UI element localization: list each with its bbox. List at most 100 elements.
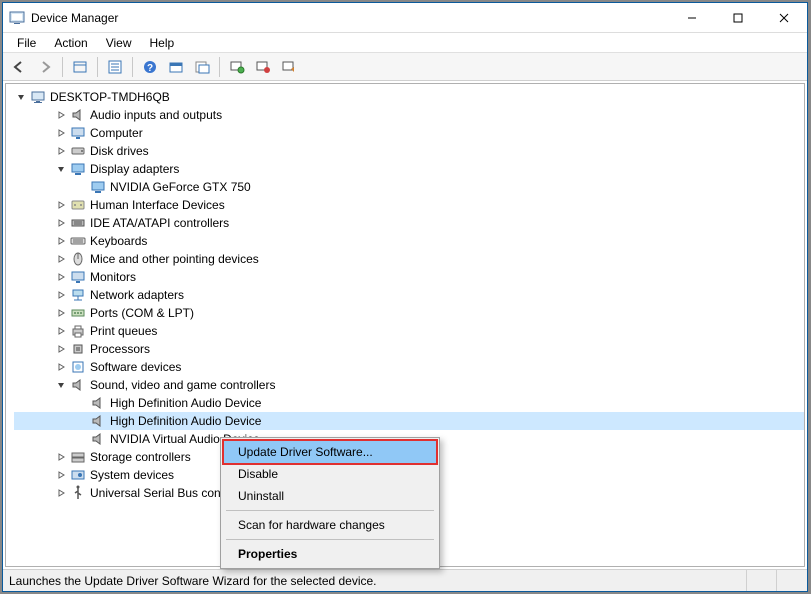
- tree-item[interactable]: IDE ATA/ATAPI controllers: [14, 214, 804, 232]
- expander-icon[interactable]: [54, 342, 68, 356]
- expander-icon[interactable]: [54, 378, 68, 392]
- tree-item-label: High Definition Audio Device: [110, 396, 261, 410]
- cpu-icon: [70, 341, 86, 357]
- tree-item[interactable]: Computer: [14, 124, 804, 142]
- toolbar: ?: [3, 53, 807, 81]
- context-item[interactable]: Disable: [224, 463, 436, 485]
- tree-item-label: DESKTOP-TMDH6QB: [50, 90, 170, 104]
- maximize-button[interactable]: [715, 3, 761, 33]
- tree-item[interactable]: Keyboards: [14, 232, 804, 250]
- expander-icon[interactable]: [54, 126, 68, 140]
- expander-icon[interactable]: [54, 360, 68, 374]
- tree-item[interactable]: Disk drives: [14, 142, 804, 160]
- tree-item[interactable]: High Definition Audio Device: [14, 394, 804, 412]
- speaker-icon: [70, 377, 86, 393]
- menu-action[interactable]: Action: [46, 35, 95, 51]
- storage-icon: [70, 449, 86, 465]
- computer-icon: [30, 89, 46, 105]
- tree-item-label: Monitors: [90, 270, 136, 284]
- tree-item[interactable]: Ports (COM & LPT): [14, 304, 804, 322]
- expander-icon[interactable]: [74, 414, 88, 428]
- expander-icon[interactable]: [54, 450, 68, 464]
- expander-icon[interactable]: [54, 144, 68, 158]
- toolbar-separator: [219, 57, 220, 77]
- context-item[interactable]: Properties: [224, 543, 436, 565]
- expander-icon[interactable]: [54, 306, 68, 320]
- help-button[interactable]: ?: [138, 56, 162, 78]
- menubar: File Action View Help: [3, 33, 807, 53]
- tree-item-label: Software devices: [90, 360, 181, 374]
- tree-item-label: Disk drives: [90, 144, 149, 158]
- speaker-icon: [90, 413, 106, 429]
- context-item[interactable]: Uninstall: [224, 485, 436, 507]
- expander-icon[interactable]: [54, 270, 68, 284]
- expander-icon[interactable]: [54, 234, 68, 248]
- network-icon: [70, 287, 86, 303]
- expander-icon[interactable]: [74, 396, 88, 410]
- ide-icon: [70, 215, 86, 231]
- forward-button[interactable]: [33, 56, 57, 78]
- context-item[interactable]: Scan for hardware changes: [224, 514, 436, 536]
- menu-view[interactable]: View: [98, 35, 140, 51]
- system-icon: [70, 467, 86, 483]
- add-legacy-button[interactable]: [277, 56, 301, 78]
- usb-icon: [70, 485, 86, 501]
- tree-item[interactable]: Network adapters: [14, 286, 804, 304]
- software-icon: [70, 359, 86, 375]
- minimize-button[interactable]: [669, 3, 715, 33]
- tree-item[interactable]: NVIDIA GeForce GTX 750: [14, 178, 804, 196]
- expander-icon[interactable]: [14, 90, 28, 104]
- expander-icon[interactable]: [54, 252, 68, 266]
- expander-icon[interactable]: [54, 288, 68, 302]
- show-hidden-button[interactable]: [68, 56, 92, 78]
- back-button[interactable]: [7, 56, 31, 78]
- uninstall-button[interactable]: [190, 56, 214, 78]
- menu-help[interactable]: Help: [142, 35, 183, 51]
- tree-item[interactable]: Audio inputs and outputs: [14, 106, 804, 124]
- expander-icon[interactable]: [54, 108, 68, 122]
- expander-icon[interactable]: [74, 180, 88, 194]
- expander-icon[interactable]: [54, 216, 68, 230]
- display-icon: [90, 179, 106, 195]
- tree-item[interactable]: Processors: [14, 340, 804, 358]
- expander-icon[interactable]: [74, 432, 88, 446]
- context-menu: Update Driver Software...DisableUninstal…: [220, 437, 440, 569]
- context-separator: [226, 510, 434, 511]
- tree-item-label: Processors: [90, 342, 150, 356]
- tree-item-label: Audio inputs and outputs: [90, 108, 222, 122]
- close-button[interactable]: [761, 3, 807, 33]
- expander-icon[interactable]: [54, 324, 68, 338]
- keyboard-icon: [70, 233, 86, 249]
- monitor-icon: [70, 269, 86, 285]
- menu-file[interactable]: File: [9, 35, 44, 51]
- update-driver-button[interactable]: [164, 56, 188, 78]
- tree-item-label: Mice and other pointing devices: [90, 252, 259, 266]
- statusbar: Launches the Update Driver Software Wiza…: [3, 569, 807, 591]
- scan-hardware-button[interactable]: [225, 56, 249, 78]
- disk-icon: [70, 143, 86, 159]
- context-item[interactable]: Update Driver Software...: [224, 441, 436, 463]
- tree-item-label: Display adapters: [90, 162, 179, 176]
- tree-item-label: Sound, video and game controllers: [90, 378, 275, 392]
- svg-text:?: ?: [147, 63, 153, 74]
- expander-icon[interactable]: [54, 468, 68, 482]
- mouse-icon: [70, 251, 86, 267]
- properties-button[interactable]: [103, 56, 127, 78]
- tree-item-label: Ports (COM & LPT): [90, 306, 194, 320]
- monitor-icon: [70, 125, 86, 141]
- tree-item[interactable]: Software devices: [14, 358, 804, 376]
- expander-icon[interactable]: [54, 162, 68, 176]
- tree-item[interactable]: DESKTOP-TMDH6QB: [14, 88, 804, 106]
- tree-item[interactable]: Monitors: [14, 268, 804, 286]
- tree-item[interactable]: Sound, video and game controllers: [14, 376, 804, 394]
- tree-item[interactable]: Mice and other pointing devices: [14, 250, 804, 268]
- context-separator: [226, 539, 434, 540]
- tree-item[interactable]: Display adapters: [14, 160, 804, 178]
- tree-item[interactable]: High Definition Audio Device: [14, 412, 804, 430]
- tree-item[interactable]: Human Interface Devices: [14, 196, 804, 214]
- disable-button[interactable]: [251, 56, 275, 78]
- expander-icon[interactable]: [54, 486, 68, 500]
- tree-item-label: Print queues: [90, 324, 157, 338]
- expander-icon[interactable]: [54, 198, 68, 212]
- tree-item[interactable]: Print queues: [14, 322, 804, 340]
